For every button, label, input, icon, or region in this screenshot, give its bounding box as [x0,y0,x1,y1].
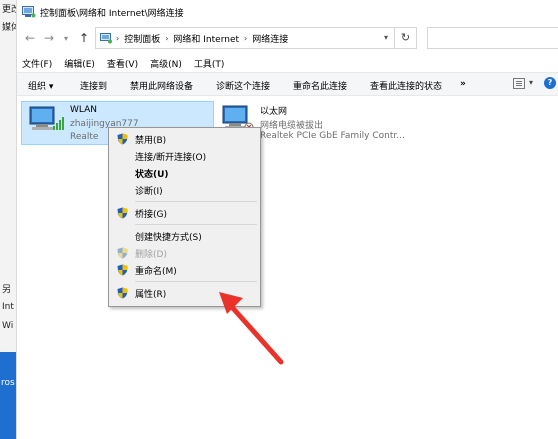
menu-item-label: 删除(D) [135,250,167,260]
address-row: ← → ▾ ↑ › 控制面板 › 网络和 Internet › 网络连接 ▾ ↻ [17,26,558,52]
background-label: Int [2,302,14,312]
address-history-icon[interactable]: ▾ [384,33,388,42]
menu-item-label: 连接/断开连接(O) [135,153,207,163]
connect-to-button[interactable]: 连接到 [80,79,107,92]
breadcrumb-network-connections[interactable]: 网络连接 [252,32,288,45]
arrow-up-icon[interactable]: ↑ [79,31,89,45]
menu-edit[interactable]: 编辑(E) [64,57,95,70]
background-blue-panel: ros [0,352,16,439]
refresh-icon[interactable]: ↻ [394,28,416,48]
control-panel-icon [100,32,112,43]
menu-item-label: 重命名(M) [135,267,177,277]
search-input[interactable] [427,27,558,49]
menu-item-diagnose[interactable]: 诊断(I) [109,182,260,198]
connection-device: Realte [70,132,99,142]
view-status-button[interactable]: 查看此连接的状态 [370,79,442,92]
menu-item-label: 创建快捷方式(S) [135,233,202,243]
menu-item-status[interactable]: 状态(U) [109,165,260,181]
background-label: 更改 [2,5,16,15]
background-label: ros [1,378,15,388]
menu-item-label: 禁用(B) [135,136,167,146]
uac-shield-icon [117,207,128,219]
context-menu: 禁用(B) 连接/断开连接(O) 状态(U) 诊断(I) 桥接(G) 创建快捷方… [108,127,261,307]
disable-device-button[interactable]: 禁用此网络设备 [130,79,193,92]
chevron-down-icon[interactable]: ▾ [529,78,533,87]
menu-item-delete: 删除(D) [109,245,260,261]
connection-name: 以太网 [260,107,288,117]
menu-item-label: 属性(R) [135,290,167,300]
menu-separator [135,224,257,225]
uac-shield-icon [117,287,128,299]
chevron-down-icon[interactable]: ▾ [64,34,68,43]
connection-device: Realtek PCIe GbE Family Contr... [260,131,405,141]
network-connections-window: 控制面板\网络和 Internet\网络连接 ← → ▾ ↑ › 控制面板 › … [17,0,558,439]
breadcrumb-control-panel[interactable]: 控制面板 [124,32,160,45]
background-label: Wi [2,321,14,331]
breadcrumb-separator[interactable]: › [244,34,247,43]
menu-item-create-shortcut[interactable]: 创建快捷方式(S) [109,228,260,244]
breadcrumb-network-internet[interactable]: 网络和 Internet [173,32,239,45]
menu-view[interactable]: 查看(V) [107,57,138,70]
connection-network: 网络电缆被拔出 [260,121,324,131]
menu-item-connect-disconnect[interactable]: 连接/断开连接(O) [109,148,260,164]
command-bar: 组织 ▾ 连接到 禁用此网络设备 诊断这个连接 重命名此连接 查看此连接的状态 … [17,72,558,96]
menu-item-label: 状态(U) [135,170,169,180]
organize-button[interactable]: 组织 ▾ [28,79,53,92]
breadcrumb-separator[interactable]: › [165,34,168,43]
annotation-arrow-icon [219,292,284,365]
uac-shield-icon [117,247,128,259]
title-bar: 控制面板\网络和 Internet\网络连接 [17,0,558,24]
menu-item-label: 桥接(G) [135,210,167,220]
uac-shield-icon [117,264,128,276]
menu-item-bridge[interactable]: 桥接(G) [109,205,260,221]
menu-file[interactable]: 文件(F) [22,57,52,70]
change-view-icon[interactable] [513,78,525,89]
wireless-network-icon [29,106,64,130]
window-title: 控制面板\网络和 Internet\网络连接 [40,8,184,19]
uac-shield-icon [117,133,128,145]
rename-button[interactable]: 重命名此连接 [293,79,347,92]
menu-item-disable[interactable]: 禁用(B) [109,131,260,147]
address-bar[interactable]: › 控制面板 › 网络和 Internet › 网络连接 ▾ ↻ [95,27,417,49]
arrow-right-icon[interactable]: → [44,31,54,45]
background-window-strip: 更改 媒体 另 Int Wi ros [0,0,17,439]
arrow-left-icon[interactable]: ← [25,31,35,45]
diagnose-button[interactable]: 诊断这个连接 [216,79,270,92]
menu-advanced[interactable]: 高级(N) [150,57,182,70]
menu-item-rename[interactable]: 重命名(M) [109,262,260,278]
menu-tools[interactable]: 工具(T) [194,57,225,70]
background-label: 媒体 [2,23,16,33]
menu-separator [135,201,257,202]
control-panel-icon [22,6,36,18]
help-icon[interactable]: ? [544,77,556,89]
background-label: 另 [2,285,12,295]
menu-bar: 文件(F) 编辑(E) 查看(V) 高级(N) 工具(T) [17,55,558,71]
menu-item-label: 诊断(I) [135,187,163,197]
menu-separator [135,281,257,282]
breadcrumb-separator[interactable]: › [116,34,119,43]
more-commands-button[interactable]: » [460,79,466,89]
connection-name: WLAN [70,105,98,115]
